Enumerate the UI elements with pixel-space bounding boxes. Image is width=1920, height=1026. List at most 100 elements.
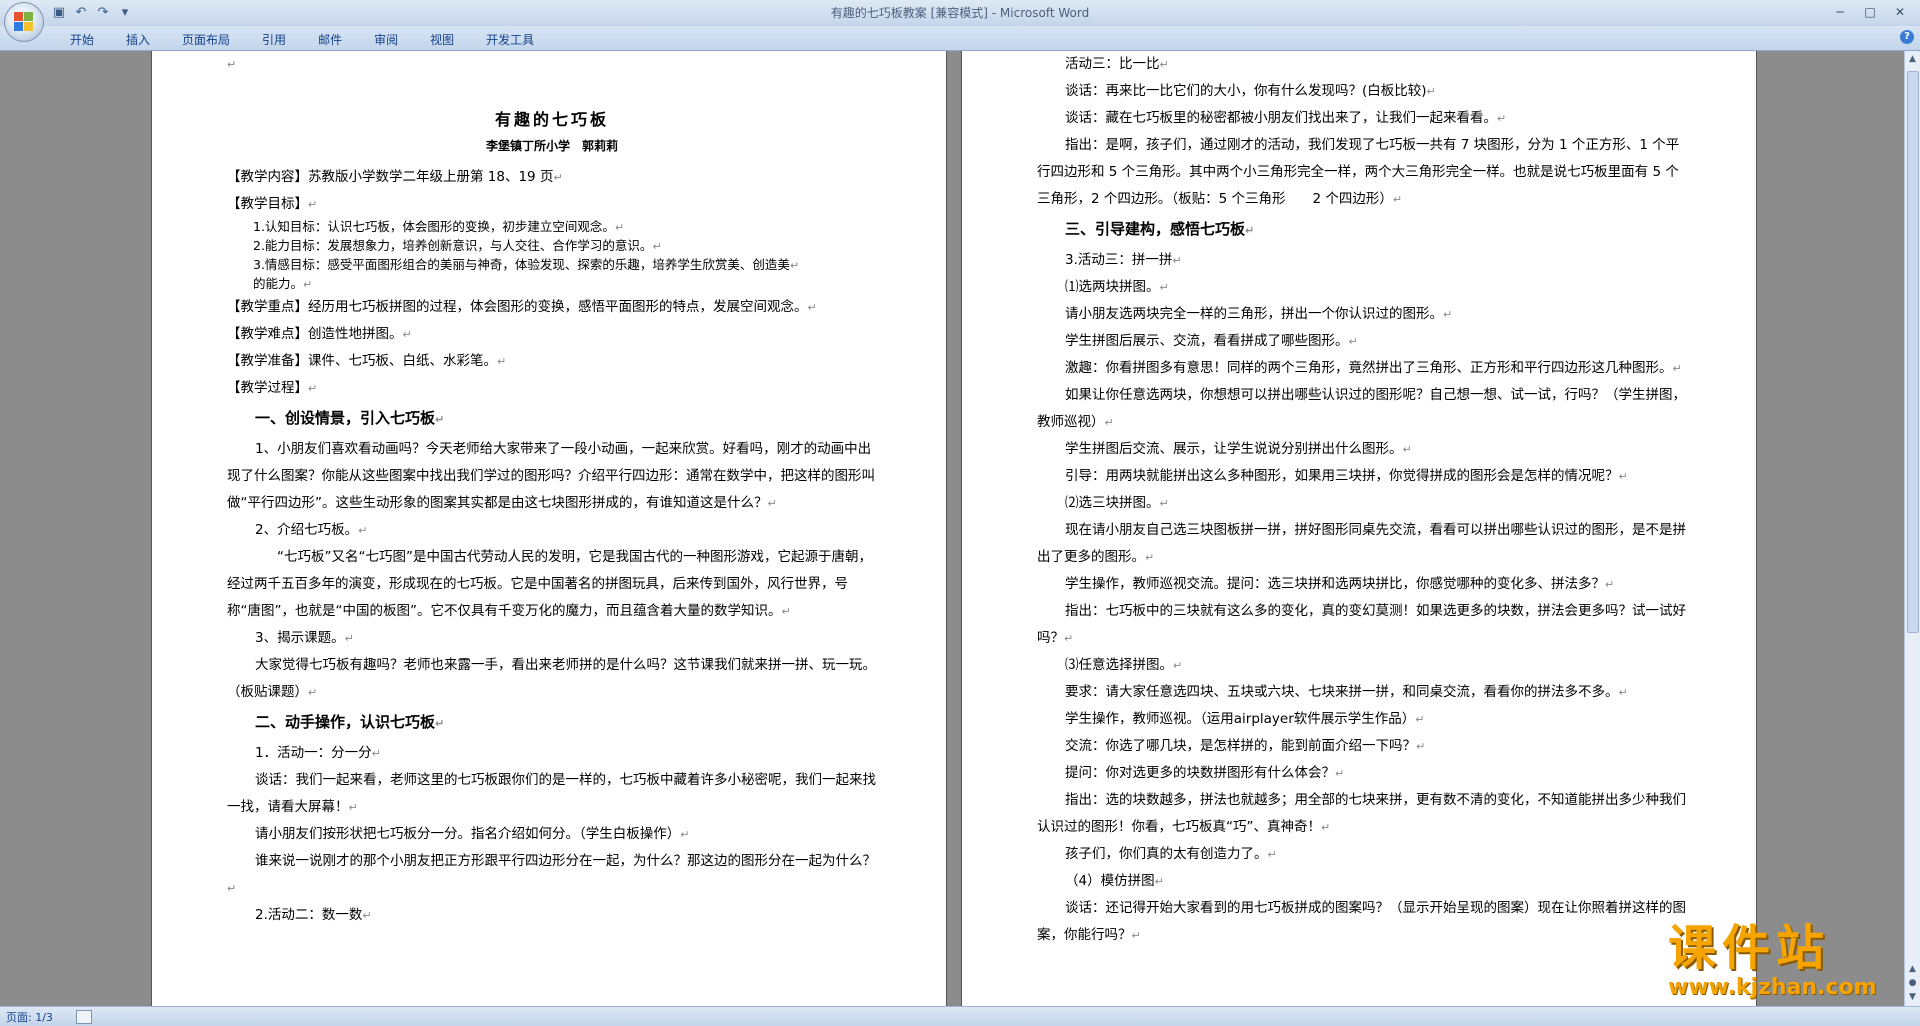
paragraph-text: 激趣：你看拼图多有意思！同样的两个三角形，竟然拼出了三角形、正方形和平行四边形这… — [1065, 360, 1673, 376]
paragraph-text: 学生操作，教师巡视交流。提问：选三块拼和选两块拼比，你感觉哪种的变化多、拼法多？ — [1065, 576, 1605, 592]
paragraph-mark: ↵ — [789, 259, 800, 272]
paragraph-mark: ↵ — [1618, 686, 1628, 699]
paragraph-text: 谈话：藏在七巧板里的秘密都被小朋友们找出来了，让我们一起来看看。 — [1065, 110, 1497, 126]
paragraph-text: 【教学难点】创造性地拼图。 — [227, 326, 403, 342]
paragraph-mark: ↵ — [303, 278, 313, 291]
ribbon-tab[interactable]: 开发工具 — [474, 29, 546, 50]
paragraph: 谈话：我们一起来看，老师这里的七巧板跟你们的是一样的，七巧板中藏着许多小秘密呢，… — [227, 767, 877, 821]
close-button[interactable]: ✕ — [1886, 2, 1914, 22]
ribbon-tab[interactable]: 开始 — [58, 29, 106, 50]
minimize-button[interactable]: ─ — [1826, 2, 1854, 22]
paragraph: 3.情感目标：感受平面图形组合的美丽与神奇，体验发现、探索的乐趣，培养学生欣赏美… — [227, 256, 877, 275]
paragraph-text: 【教学内容】苏教版小学数学二年级上册第 18、19 页 — [227, 169, 554, 185]
paragraph: 3.活动三：拼一拼↵ — [1037, 247, 1687, 274]
paragraph: 激趣：你看拼图多有意思！同样的两个三角形，竟然拼出了三角形、正方形和平行四边形这… — [1037, 355, 1687, 382]
paragraph-mark: ↵ — [680, 828, 690, 841]
scroll-thumb[interactable] — [1907, 71, 1919, 633]
office-button[interactable] — [4, 2, 44, 42]
ribbon-tab[interactable]: 插入 — [114, 29, 162, 50]
paragraph: 引导：用两块就能拼出这么多种图形，如果用三块拼，你觉得拼成的图形会是怎样的情况呢… — [1037, 463, 1687, 490]
page-indicator[interactable]: 页面: 1/3 — [6, 1009, 53, 1025]
paragraph: （4）模仿拼图↵ — [1037, 868, 1687, 895]
ribbon-tab[interactable]: 视图 — [418, 29, 466, 50]
paragraph-text: “七巧板”又名“七巧图”是中国古代劳动人民的发明，它是我国古代的一种图形游戏，它… — [227, 549, 872, 619]
ribbon-tab[interactable]: 页面布局 — [170, 29, 242, 50]
paragraph-mark: ↵ — [402, 328, 412, 341]
ribbon: 开始 插入 页面布局 引用 邮件 审阅 视图 开发工具 ? — [0, 26, 1920, 51]
ribbon-tab[interactable]: 引用 — [250, 29, 298, 50]
paragraph-mark: ↵ — [362, 909, 372, 922]
paragraph-text: 谈话：再来比一比它们的大小，你有什么发现吗？(白板比较) — [1065, 83, 1427, 99]
paragraph: 2.能力目标：发展想象力，培养创新意识，与人交往、合作学习的意识。↵ — [227, 237, 877, 256]
paragraph: 大家觉得七巧板有趣吗？老师也来露一手，看出来老师拼的是什么吗？这节课我们就来拼一… — [227, 652, 877, 706]
paragraph: 指出：是啊，孩子们，通过刚才的活动，我们发现了七巧板一共有 7 块图形，分为 1… — [1037, 132, 1687, 213]
paragraph-text: 提问：你对选更多的块数拼图形有什么体会？ — [1065, 765, 1335, 781]
paragraph-text: 谈话：我们一起来看，老师这里的七巧板跟你们的是一样的，七巧板中藏着许多小秘密呢，… — [227, 772, 876, 815]
paragraph-mark: ↵ — [1321, 821, 1331, 834]
paragraph-mark: ↵ — [652, 240, 662, 253]
paragraph: 3、揭示课题。↵ — [227, 625, 877, 652]
paragraph-text: 1.认知目标：认识七巧板，体会图形的变换，初步建立空间观念。 — [253, 219, 615, 234]
paragraph-mark: ↵ — [1145, 551, 1155, 564]
paragraph: 的能力。↵ — [227, 275, 877, 294]
paragraph-text: 学生拼图后展示、交流，看看拼成了哪些图形。 — [1065, 333, 1349, 349]
paragraph-mark: ↵ — [1415, 713, 1425, 726]
paragraph-text: 活动三：比一比 — [1065, 56, 1160, 72]
help-icon[interactable]: ? — [1900, 30, 1914, 44]
ribbon-tab[interactable]: 审阅 — [362, 29, 410, 50]
paragraph-mark: ↵ — [553, 171, 563, 184]
paragraph-text: 交流：你选了哪几块，是怎样拼的，能到前面介绍一下吗？ — [1065, 738, 1416, 754]
paragraph-mark: ↵ — [497, 355, 507, 368]
paragraph: 如果让你任意选两块，你想想可以拼出哪些认识过的图形呢？自己想一想、试一试，行吗？… — [1037, 382, 1687, 436]
maximize-button[interactable]: □ — [1856, 2, 1884, 22]
document-page-2[interactable]: 活动三：比一比↵ 谈话：再来比一比它们的大小，你有什么发现吗？(白板比较)↵ 谈话：… — [962, 51, 1756, 1006]
paragraph: 要求：请大家任意选四块、五块或六块、七块来拼一拼，和同桌交流，看看你的拼法多不多… — [1037, 679, 1687, 706]
paragraph-text: 请小朋友选两块完全一样的三角形，拼出一个你认识过的图形。 — [1065, 306, 1443, 322]
paragraph-text: 指出：七巧板中的三块就有这么多的变化，真的变幻莫测！如果选更多的块数，拼法会更多… — [1037, 603, 1686, 646]
paragraph: 【教学准备】课件、七巧板、白纸、水彩笔。↵ — [227, 348, 877, 375]
paragraph-mark: ↵ — [308, 382, 318, 395]
paragraph-mark: ↵ — [767, 497, 777, 510]
paragraph-text: 【教学准备】课件、七巧板、白纸、水彩笔。 — [227, 353, 497, 369]
paragraph: 请小朋友选两块完全一样的三角形，拼出一个你认识过的图形。↵ — [1037, 301, 1687, 328]
spelling-check-icon[interactable] — [76, 1010, 92, 1024]
document-page-1[interactable]: ↵ 有趣的七巧板 李堡镇丁所小学 郭莉莉 【教学内容】苏教版小学数学二年级上册第… — [152, 51, 946, 1006]
scroll-up-icon[interactable]: ▲ — [1906, 53, 1919, 66]
paragraph-text: 【教学目标】 — [227, 196, 308, 212]
paragraph-text: 大家觉得七巧板有趣吗？老师也来露一手，看出来老师拼的是什么吗？这节课我们就来拼一… — [227, 657, 876, 700]
paragraph-mark: ↵ — [1426, 85, 1436, 98]
paragraph: 孩子们，你们真的太有创造力了。↵ — [1037, 841, 1687, 868]
paragraph-text: 3.情感目标：感受平面图形组合的美丽与神奇，体验发现、探索的乐趣，培养学生欣赏美… — [253, 257, 790, 272]
paragraph-mark: ↵ — [1605, 578, 1615, 591]
document-author: 李堡镇丁所小学 郭莉莉 — [485, 139, 618, 153]
office-logo-icon — [14, 12, 34, 32]
paragraph-mark: ↵ — [807, 301, 817, 314]
paragraph-text: 如果让你任意选两块，你想想可以拼出哪些认识过的图形呢？自己想一想、试一试，行吗？… — [1037, 387, 1686, 430]
paragraph-mark: ↵ — [435, 413, 445, 426]
paragraph-mark: ↵ — [1064, 632, 1074, 645]
paragraph-mark: ↵ — [371, 747, 381, 760]
paragraph-mark: ↵ — [308, 198, 318, 211]
paragraph-mark: ↵ — [344, 632, 354, 645]
paragraph: 请小朋友们按形状把七巧板分一分。指名介绍如何分。（学生白板操作）↵ — [227, 821, 877, 848]
watermark-logo: 课件站 www.kjzhan.com — [1668, 920, 1908, 1000]
paragraph-mark: ↵ — [1154, 875, 1164, 888]
paragraph: 学生拼图后交流、展示，让学生说说分别拼出什么图形。↵ — [1037, 436, 1687, 463]
ribbon-tab[interactable]: 邮件 — [306, 29, 354, 50]
paragraph-text: 3、揭示课题。 — [255, 630, 345, 646]
vertical-scrollbar[interactable]: ▲ ▲ ● ▼ — [1904, 51, 1920, 1006]
paragraph: 提问：你对选更多的块数拼图形有什么体会？↵ — [1037, 760, 1687, 787]
paragraph: ⑴选两块拼图。↵ — [1037, 274, 1687, 301]
paragraph-text: 1、小朋友们喜欢看动画吗？今天老师给大家带来了一段小动画，一起来欣赏。好看吗，刚… — [227, 441, 875, 511]
paragraph-text: 引导：用两块就能拼出这么多种图形，如果用三块拼，你觉得拼成的图形会是怎样的情况呢… — [1065, 468, 1619, 484]
paragraph: 【教学难点】创造性地拼图。↵ — [227, 321, 877, 348]
paragraph: ⑵选三块拼图。↵ — [1037, 490, 1687, 517]
paragraph-mark: ↵ — [1245, 224, 1255, 237]
paragraph: 【教学过程】↵ — [227, 375, 877, 402]
paragraph: 1.认知目标：认识七巧板，体会图形的变换，初步建立空间观念。↵ — [227, 218, 877, 237]
paragraph: 2.活动二：数一数↵ — [227, 902, 877, 929]
paragraph: 【教学目标】↵ — [227, 191, 877, 218]
watermark-title: 课件站 — [1668, 920, 1831, 976]
paragraph-mark: ↵ — [1392, 193, 1403, 206]
paragraph-text: 学生拼图后交流、展示，让学生说说分别拼出什么图形。 — [1065, 441, 1403, 457]
